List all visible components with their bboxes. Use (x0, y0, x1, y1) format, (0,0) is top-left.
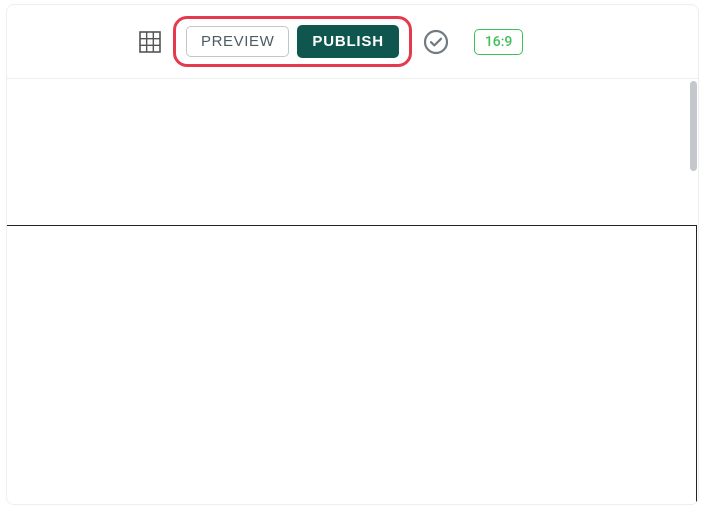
grid-icon[interactable] (137, 29, 163, 55)
toolbar: PREVIEW PUBLISH 16:9 (7, 5, 698, 79)
publish-button[interactable]: PUBLISH (297, 25, 398, 58)
highlight-preview-publish: PREVIEW PUBLISH (173, 16, 412, 67)
canvas-area (7, 79, 698, 504)
canvas-frame[interactable] (6, 225, 697, 505)
checkmark-circle-icon[interactable] (422, 28, 450, 56)
aspect-ratio-badge[interactable]: 16:9 (474, 29, 524, 55)
app-window: PREVIEW PUBLISH 16:9 (6, 4, 699, 505)
scrollbar-thumb[interactable] (690, 81, 697, 171)
scrollbar-track[interactable] (688, 79, 698, 504)
preview-button[interactable]: PREVIEW (186, 26, 289, 57)
